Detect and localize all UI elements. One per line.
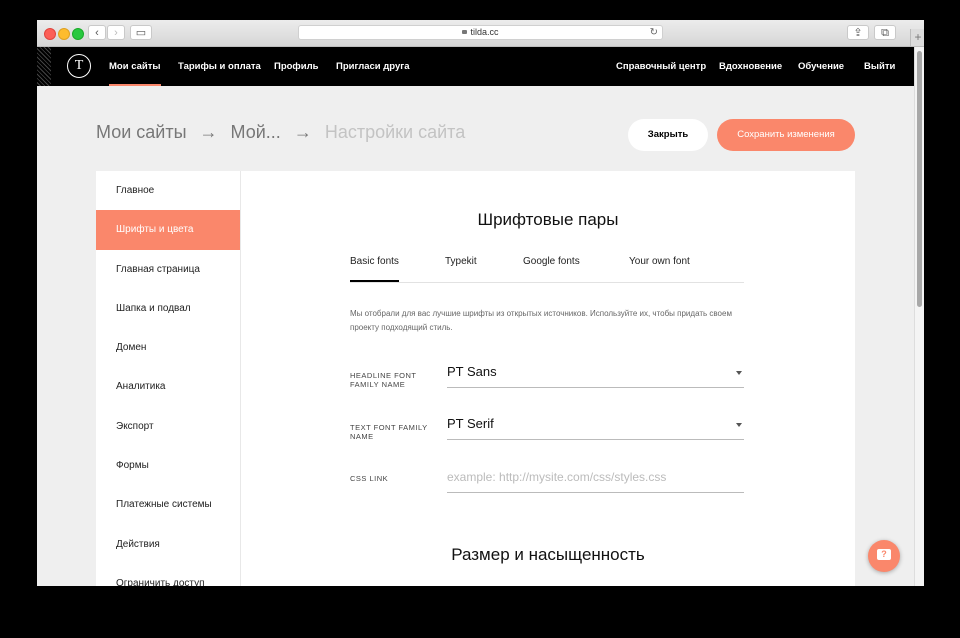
settings-panel: Шрифтовые пары Basic fonts Typekit Googl… [241,171,855,586]
text-font-label: TEXT FONT FAMILY NAME [350,423,428,441]
dropdown-caret-icon [736,371,742,375]
settings-sidebar: Главное Шрифты и цвета Главная страница … [96,171,241,586]
headline-font-label: HEADLINE FONT FAMILY NAME [350,371,417,389]
sidebar-toggle-icon[interactable]: ▭ [130,25,152,40]
address-url: tilda.cc [470,27,499,37]
sidebar-item-analytics[interactable]: Аналитика [96,367,240,406]
breadcrumb-my-sites[interactable]: Мои сайты [96,122,187,142]
nav-profile[interactable]: Профиль [274,47,318,86]
back-arrow-icon[interactable]: ‹ [88,25,106,40]
forward-arrow-icon[interactable]: › [107,25,125,40]
nav-logout[interactable]: Выйти [864,47,895,86]
sidebar-item-header-footer[interactable]: Шапка и подвал [96,289,240,328]
breadcrumb-current: Настройки сайта [324,122,466,142]
help-chat-button[interactable]: ? [868,540,900,572]
breadcrumb: Мои сайты → Мой... → Настройки сайта [96,122,473,143]
text-font-value: PT Serif [447,416,494,431]
browser-toolbar: ‹ › ▭ tilda.cc ↻ ⇪ ⧉ + [37,20,924,47]
headline-font-value: PT Sans [447,364,497,379]
sidebar-item-domain[interactable]: Домен [96,328,240,367]
breadcrumb-arrow-icon: → [199,122,218,142]
font-source-tabs: Basic fonts Typekit Google fonts Your ow… [350,256,744,283]
sidebar-item-export[interactable]: Экспорт [96,407,240,446]
tab-own-font[interactable]: Your own font [629,256,690,267]
scrollbar-thumb[interactable] [917,51,922,307]
lock-icon [462,29,468,34]
sidebar-item-restrict-access[interactable]: Ограничить доступ [96,564,240,586]
nav-plans[interactable]: Тарифы и оплата [178,47,261,86]
tab-typekit[interactable]: Typekit [445,256,477,267]
nav-invite[interactable]: Пригласи друга [336,47,410,86]
sidebar-item-forms[interactable]: Формы [96,446,240,485]
css-link-label: CSS LINK [350,474,389,483]
nav-inspiration[interactable]: Вдохновение [719,47,782,86]
tabs-overview-icon[interactable]: ⧉ [874,25,896,40]
sidebar-item-fonts-colors[interactable]: Шрифты и цвета [96,210,240,250]
css-link-input[interactable]: example: http://mysite.com/css/styles.cs… [447,466,744,493]
breadcrumb-my-site[interactable]: Мой... [231,122,281,142]
tilda-logo[interactable]: T [67,54,91,78]
new-tab-button[interactable]: + [910,29,924,46]
question-bubble-icon: ? [877,549,891,560]
close-button[interactable]: Закрыть [628,119,708,151]
tab-basic-fonts[interactable]: Basic fonts [350,256,399,282]
minimize-window-button[interactable] [58,28,70,40]
text-font-select[interactable]: PT Serif [447,413,744,440]
sidebar-item-main[interactable]: Главное [96,171,240,210]
sidebar-item-actions[interactable]: Действия [96,525,240,564]
site-top-nav: T Мои сайты Тарифы и оплата Профиль Приг… [37,47,915,86]
sidebar-item-home-page[interactable]: Главная страница [96,250,240,289]
reload-icon[interactable]: ↻ [650,26,658,39]
close-window-button[interactable] [44,28,56,40]
dropdown-caret-icon [736,423,742,427]
headline-font-select[interactable]: PT Sans [447,361,744,388]
nav-help-center[interactable]: Справочный центр [616,47,706,86]
browser-window: ‹ › ▭ tilda.cc ↻ ⇪ ⧉ + T Мои сайты Тариф… [37,20,924,586]
tab-google-fonts[interactable]: Google fonts [523,256,580,267]
zoom-window-button[interactable] [72,28,84,40]
breadcrumb-arrow-icon: → [293,122,312,142]
address-bar[interactable]: tilda.cc ↻ [298,25,663,40]
save-changes-button[interactable]: Сохранить изменения [717,119,855,151]
section-title-font-pairs: Шрифтовые пары [477,210,619,229]
decorative-pattern [37,47,51,86]
sidebar-item-payments[interactable]: Платежные системы [96,485,240,524]
nav-learning[interactable]: Обучение [798,47,844,86]
nav-my-sites[interactable]: Мои сайты [109,47,161,86]
css-link-placeholder: example: http://mysite.com/css/styles.cs… [447,470,667,484]
fonts-description: Мы отобрали для вас лучшие шрифты из отк… [350,309,732,332]
share-icon[interactable]: ⇪ [847,25,869,40]
page-scrollbar[interactable] [914,47,924,586]
section-title-size-weight: Размер и насыщенность [451,545,645,564]
